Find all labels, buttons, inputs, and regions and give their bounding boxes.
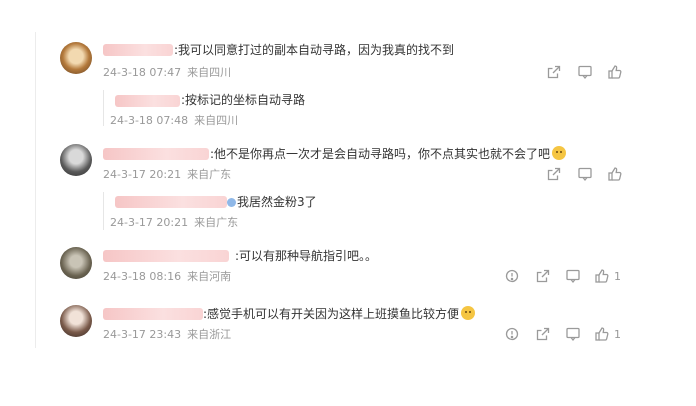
smile-emoji-icon bbox=[552, 146, 567, 160]
username-blurred[interactable] bbox=[103, 44, 173, 56]
avatar[interactable] bbox=[60, 305, 92, 337]
like-icon[interactable] bbox=[607, 166, 623, 182]
avatar[interactable] bbox=[60, 42, 92, 74]
avatar[interactable] bbox=[60, 247, 92, 279]
username-blurred[interactable] bbox=[103, 148, 209, 160]
comment-time: 24-3-17 20:21 bbox=[103, 168, 182, 181]
comment-icon[interactable] bbox=[577, 64, 593, 80]
username-blurred[interactable] bbox=[103, 308, 203, 320]
share-icon[interactable] bbox=[535, 326, 551, 342]
comment-location: 来自四川 bbox=[187, 66, 232, 79]
reply-meta: 24-3-17 20:21 来自广东 bbox=[110, 216, 238, 230]
comment-location: 来自广东 bbox=[187, 168, 232, 181]
reply-username-blurred[interactable] bbox=[115, 95, 180, 107]
like-count: 1 bbox=[614, 328, 621, 341]
comment-location: 来自河南 bbox=[187, 270, 232, 283]
comment-text: :感觉手机可以有开关因为这样上班摸鱼比较方便 bbox=[203, 306, 476, 322]
share-icon[interactable] bbox=[546, 166, 562, 182]
thread-rule bbox=[35, 32, 36, 348]
comment-meta: 24-3-17 20:21 来自广东 bbox=[103, 168, 231, 182]
like-icon[interactable] bbox=[594, 326, 610, 342]
comment-text: :可以有那种导航指引吧。。 bbox=[235, 249, 378, 263]
avatar[interactable] bbox=[60, 144, 92, 176]
reply-username-blurred[interactable] bbox=[115, 196, 227, 208]
reply-time: 24-3-17 20:21 bbox=[110, 216, 189, 229]
comment-location: 来自浙江 bbox=[187, 328, 232, 341]
report-icon[interactable] bbox=[504, 326, 520, 342]
comment-meta: 24-3-17 23:43 来自浙江 bbox=[103, 328, 231, 342]
like-count: 1 bbox=[614, 270, 621, 283]
reply-location: 来自四川 bbox=[194, 114, 239, 127]
reply-location: 来自广东 bbox=[194, 216, 239, 229]
comment-time: 24-3-18 08:16 bbox=[103, 270, 182, 283]
smile-emoji-icon bbox=[461, 306, 476, 320]
comment-meta: 24-3-18 08:16 来自河南 bbox=[103, 270, 231, 284]
reply-text: 我居然金粉3了 bbox=[227, 194, 317, 210]
comment-icon[interactable] bbox=[565, 326, 581, 342]
comment-text-content: :他不是你再点一次才是会自动寻路吗，你不点其实也就不会了吧 bbox=[210, 147, 551, 161]
report-icon[interactable] bbox=[504, 268, 520, 284]
comment-meta: 24-3-18 07:47 来自四川 bbox=[103, 66, 231, 80]
share-icon[interactable] bbox=[546, 64, 562, 80]
comment-icon[interactable] bbox=[577, 166, 593, 182]
reply-text-content: 我居然金粉3了 bbox=[237, 195, 317, 209]
reply-text: :按标记的坐标自动寻路 bbox=[181, 93, 306, 107]
comment-text: :我可以同意打过的副本自动寻路，因为我真的找不到 bbox=[174, 43, 455, 57]
comment-text-content: :感觉手机可以有开关因为这样上班摸鱼比较方便 bbox=[203, 307, 460, 321]
username-blurred[interactable] bbox=[103, 250, 229, 262]
comment-icon[interactable] bbox=[565, 268, 581, 284]
like-icon[interactable] bbox=[607, 64, 623, 80]
reply-rule bbox=[103, 90, 104, 126]
reply-time: 24-3-18 07:48 bbox=[110, 114, 189, 127]
like-icon[interactable] bbox=[594, 268, 610, 284]
comment-time: 24-3-17 23:43 bbox=[103, 328, 182, 341]
comment-time: 24-3-18 07:47 bbox=[103, 66, 182, 79]
reply-meta: 24-3-18 07:48 来自四川 bbox=[110, 114, 238, 128]
reply-rule bbox=[103, 192, 104, 230]
comment-text: :他不是你再点一次才是会自动寻路吗，你不点其实也就不会了吧 bbox=[210, 146, 567, 162]
share-icon[interactable] bbox=[535, 268, 551, 284]
badge-icon bbox=[227, 198, 236, 207]
